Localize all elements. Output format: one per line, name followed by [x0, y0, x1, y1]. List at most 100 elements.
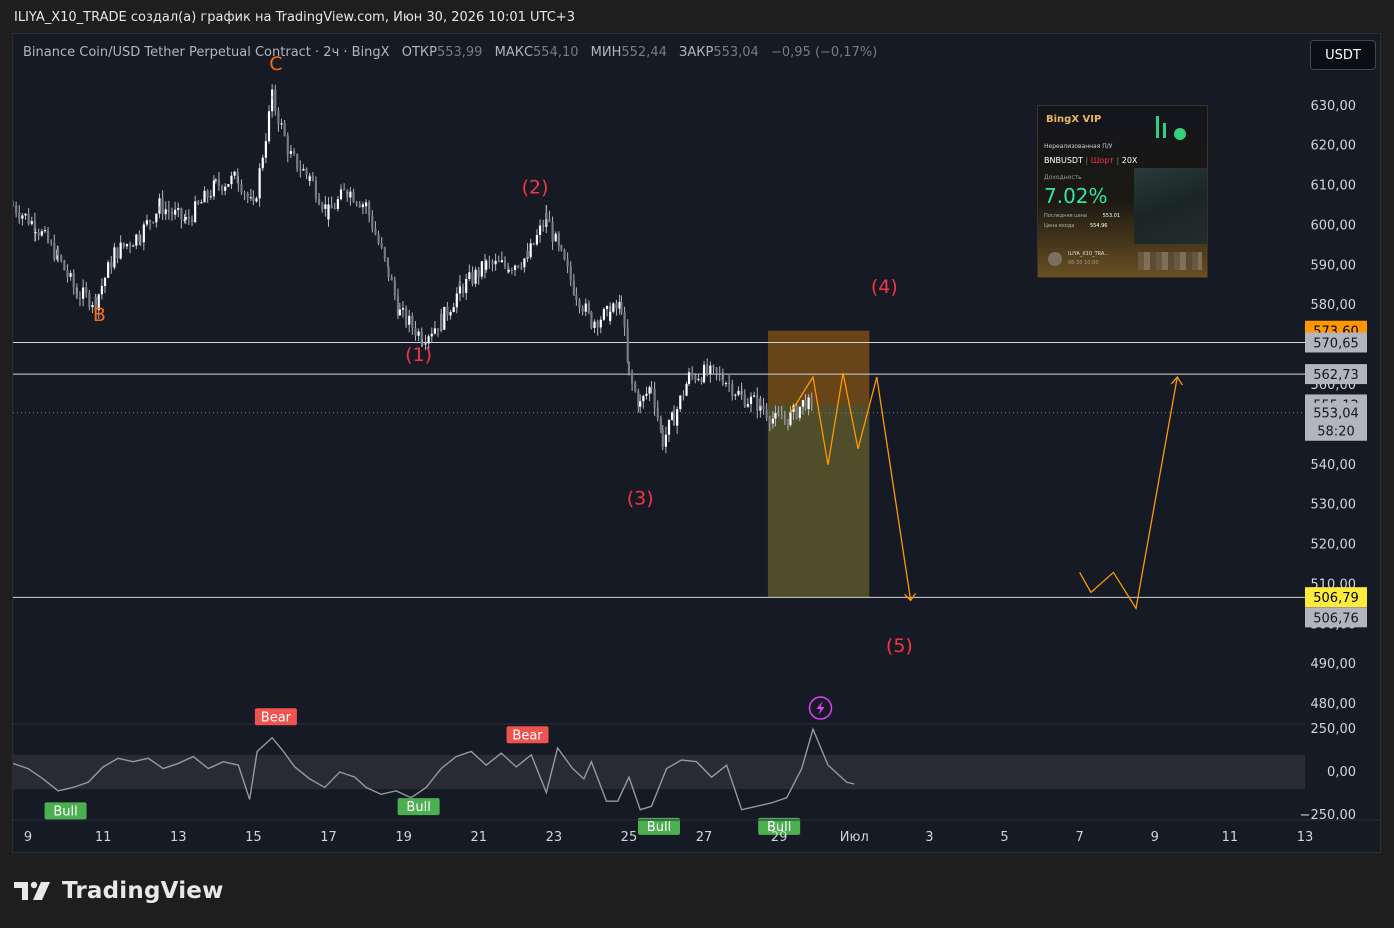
candle-body: [545, 212, 548, 220]
candle-body: [69, 273, 72, 277]
promo-pair-symbol: BNBUSDT: [1044, 156, 1083, 165]
time-axis-tick: 5: [1000, 830, 1008, 845]
wave-label-B: B: [93, 304, 106, 326]
candle-body: [206, 190, 209, 198]
candle-body: [358, 203, 361, 208]
candle-body: [119, 242, 122, 259]
candle-body: [731, 383, 734, 396]
candle-body: [364, 202, 368, 207]
candle-body: [414, 328, 417, 336]
low-value: 552,44: [621, 45, 667, 60]
promo-last-price-value: 553.01: [1102, 213, 1121, 219]
candle-body: [538, 225, 542, 235]
candle-body: [458, 281, 462, 287]
tradingview-logo[interactable]: TradingView: [14, 876, 224, 906]
position-target-zone: [767, 404, 870, 598]
promo-brand: BingX VIP: [1046, 114, 1102, 125]
candle-body: [639, 401, 642, 407]
candle-body: [27, 213, 30, 225]
candle-body: [734, 394, 737, 396]
low-label: МИН: [590, 45, 622, 60]
candle-body: [526, 251, 529, 258]
candle-body: [194, 201, 197, 223]
chart-container[interactable]: C B (1) (2) (3) (4) (5) 630,00 620,00 610,00 600,0…: [12, 33, 1381, 853]
candle-body: [743, 394, 746, 407]
candle-body: [343, 189, 346, 191]
candle-body: [480, 261, 483, 277]
lightning-bolt: [816, 701, 825, 715]
symbol-legend: Binance Coin/USD Tether Perpetual Contra…: [23, 45, 877, 60]
candle-body: [697, 378, 700, 381]
candle-body: [53, 242, 56, 260]
candle-body: [507, 269, 510, 272]
candle-body: [125, 244, 129, 247]
candle-body: [330, 204, 333, 209]
candle-body: [299, 168, 302, 171]
candle-body: [718, 372, 721, 374]
oscillator-axis-tick: −250,00: [1300, 808, 1356, 823]
candle-body: [494, 260, 497, 265]
price-tag-label: 553,04: [1313, 407, 1359, 422]
change-value: −0,95 (−0,17%): [770, 45, 878, 60]
candle-body: [500, 260, 503, 262]
promo-entry-price-value: 554.96: [1089, 223, 1108, 229]
candle-body: [682, 395, 685, 397]
close-value: 553,04: [713, 45, 759, 60]
candle-body: [645, 393, 648, 396]
candle-body: [217, 179, 221, 186]
tradingview-logo-icon: [14, 881, 50, 900]
price-tag-label: 562,73: [1313, 368, 1359, 383]
candle-body: [563, 249, 566, 260]
candle-body: [659, 417, 662, 430]
candle-body: [417, 331, 420, 336]
candle-body: [810, 397, 813, 404]
candle-body: [548, 219, 551, 223]
candle-body: [801, 400, 805, 407]
badge-label: Bear: [512, 728, 543, 743]
candle-body: [377, 234, 380, 244]
candle-body: [715, 367, 718, 373]
time-axis-tick: 23: [546, 830, 563, 845]
price-tag-countdown: 58:20: [1317, 425, 1354, 440]
candle-body: [554, 233, 557, 242]
candle-body: [780, 414, 783, 420]
price-tag-label: 506,79: [1313, 591, 1359, 606]
candle-body: [551, 222, 554, 242]
candle-body: [709, 365, 712, 375]
candle-body: [609, 311, 612, 321]
candle-body: [255, 198, 258, 202]
candle-body: [517, 265, 520, 268]
wave-label-4: (4): [871, 276, 898, 298]
candle-body: [694, 375, 697, 381]
candle-body: [321, 204, 324, 209]
candle-body: [302, 168, 305, 171]
candle-body: [110, 262, 113, 268]
wave-label-2: (2): [522, 177, 549, 199]
time-axis-tick: 19: [395, 830, 412, 845]
candle-body: [333, 208, 336, 210]
candle-body: [446, 306, 449, 316]
price-axis-tick: 480,00: [1311, 697, 1357, 712]
candle-body: [762, 405, 765, 410]
promo-side: Шорт: [1090, 156, 1114, 165]
time-axis-tick: 17: [320, 830, 337, 845]
symbol-title: Binance Coin/USD Tether Perpetual Contra…: [23, 45, 390, 60]
candle-body: [318, 198, 321, 205]
currency-button[interactable]: USDT: [1310, 40, 1376, 70]
promo-entry-price: Цена входа 554.96: [1044, 223, 1107, 229]
open-label: ОТКР: [401, 45, 437, 60]
time-axis-tick: 13: [170, 830, 187, 845]
candle-body: [746, 403, 749, 407]
candle-body: [75, 294, 78, 298]
candle-body: [200, 202, 203, 204]
candle-body: [190, 218, 194, 223]
time-axis-tick: 29: [771, 830, 788, 845]
candle-body: [292, 151, 296, 154]
candle-body: [24, 213, 27, 216]
time-axis-tick: 7: [1076, 830, 1084, 845]
candle-body: [626, 327, 629, 362]
open-value: 553,99: [436, 45, 483, 60]
oscillator-band: [13, 754, 1305, 790]
time-axis-tick: 9: [1151, 830, 1159, 845]
time-axis-tick: Июл: [840, 830, 869, 845]
